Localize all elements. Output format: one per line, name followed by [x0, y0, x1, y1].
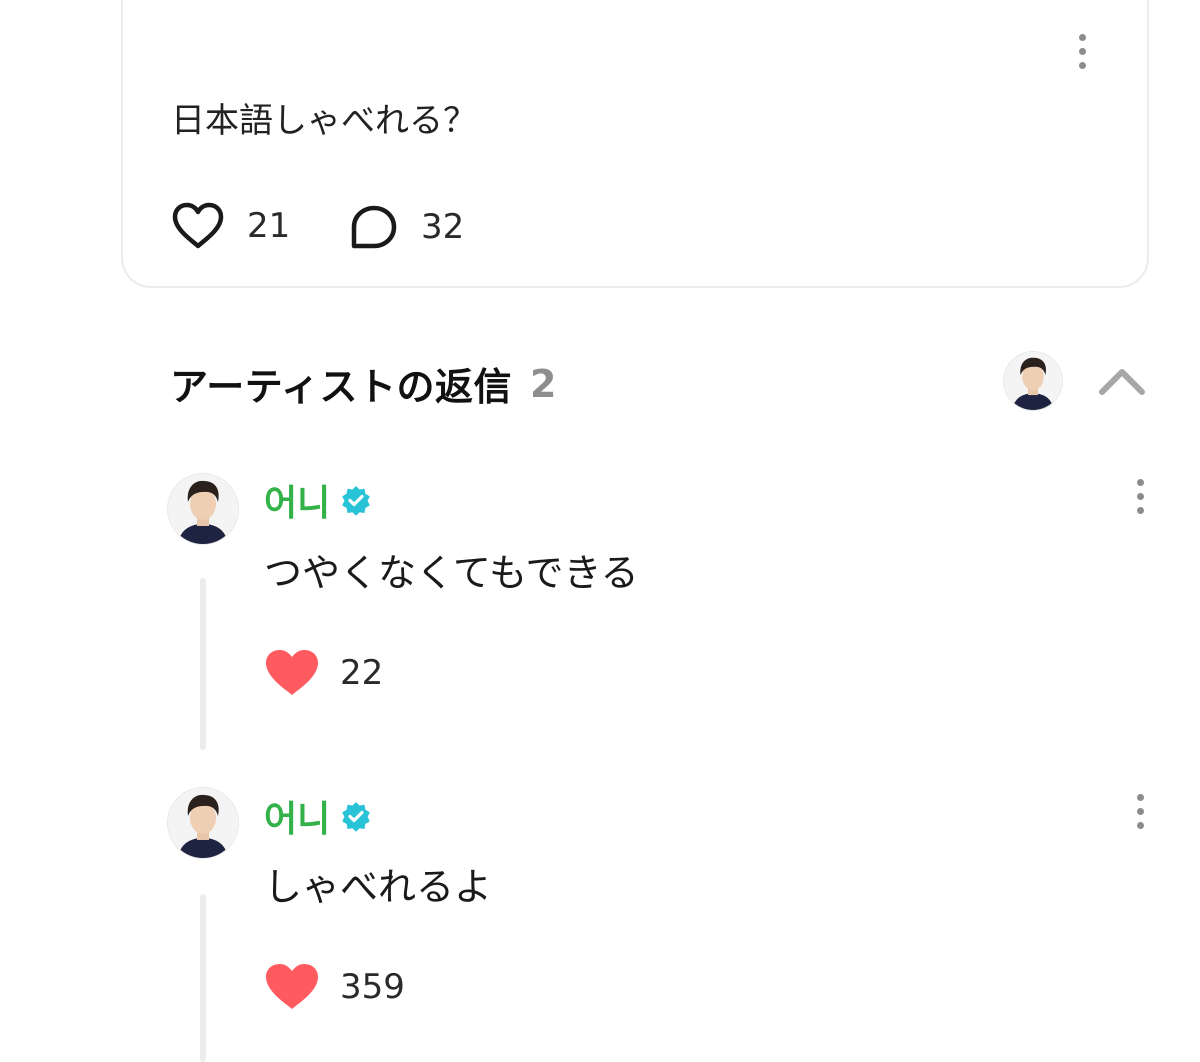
- reply-1-text: つやくなくてもできる: [264, 551, 639, 595]
- reply-1-thread-line: [200, 578, 206, 750]
- more-vertical-icon: [1136, 793, 1144, 801]
- heart-filled-icon: [266, 650, 318, 695]
- heart-outline-icon: [172, 202, 224, 249]
- replies-title: アーティストの返信: [170, 365, 512, 409]
- chevron-up-icon: [1099, 369, 1145, 395]
- verified-badge-icon: [342, 802, 371, 832]
- reply-2-like-button[interactable]: 359: [264, 962, 405, 1012]
- replies-header: アーティストの返信 2: [170, 356, 556, 411]
- reply-2-author-name: 어니: [264, 799, 331, 840]
- reply-1-like-count: 22: [340, 653, 384, 693]
- verified-badge-icon: [342, 486, 371, 516]
- comment-bubble-icon: [351, 205, 397, 249]
- post-more-button[interactable]: [1070, 27, 1094, 75]
- reply-1-more-button[interactable]: [1128, 472, 1152, 520]
- artist-avatar[interactable]: [1004, 352, 1062, 410]
- more-vertical-icon: [1136, 478, 1144, 486]
- post-card: 日本語しゃべれる？ 21 32: [121, 0, 1149, 288]
- reply-2-thread-line: [200, 894, 206, 1062]
- post-comment-button[interactable]: 32: [349, 204, 464, 250]
- post-like-button[interactable]: 21: [171, 202, 290, 250]
- reply-1-like-button[interactable]: 22: [264, 648, 383, 698]
- post-like-count: 21: [247, 206, 291, 246]
- reply-1-avatar[interactable]: [168, 474, 238, 544]
- collapse-replies-button[interactable]: [1096, 360, 1148, 400]
- reply-2-author[interactable]: 어니: [264, 790, 372, 842]
- reply-1-author-name: 어니: [264, 483, 331, 524]
- more-vertical-icon: [1078, 33, 1086, 41]
- post-comment-count: 32: [421, 207, 465, 247]
- heart-filled-icon: [266, 964, 318, 1009]
- reply-1-author[interactable]: 어니: [264, 474, 372, 526]
- reply-2-text: しゃべれるよ: [264, 865, 493, 909]
- reply-2-avatar[interactable]: [168, 788, 238, 858]
- reply-2-more-button[interactable]: [1128, 787, 1152, 835]
- reply-2-like-count: 359: [340, 967, 405, 1007]
- replies-count: 2: [529, 361, 557, 406]
- post-text: 日本語しゃべれる？: [171, 101, 477, 141]
